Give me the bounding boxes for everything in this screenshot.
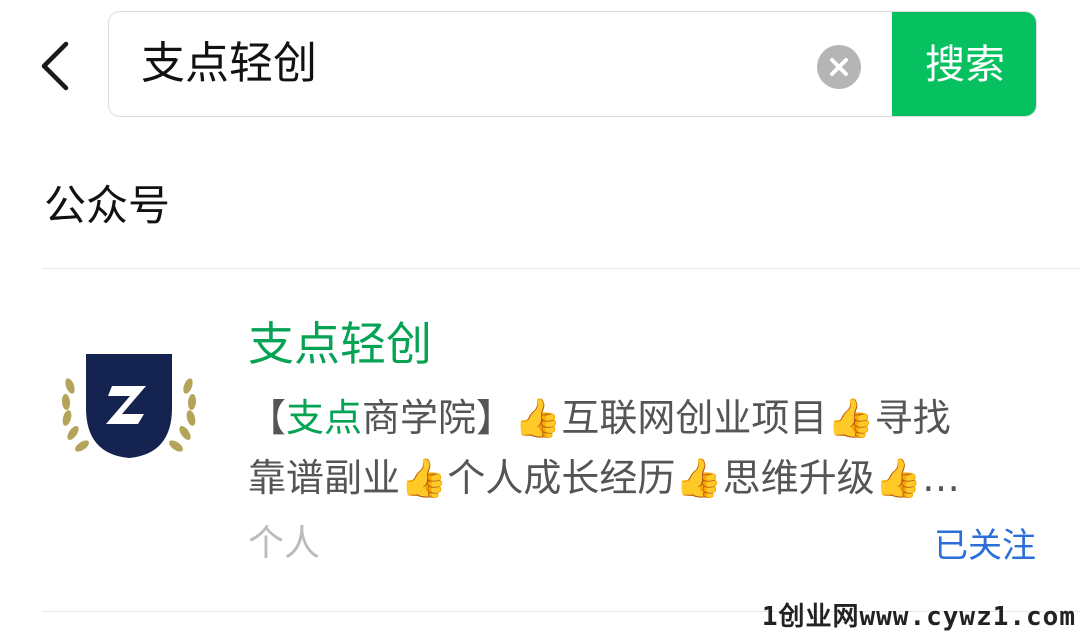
account-description: 【支点商学院】👍互联网创业项目👍寻找 靠谱副业👍个人成长经历👍思维升级👍… [248,388,1018,508]
clear-icon[interactable] [817,45,861,89]
section-title: 公众号 [44,181,171,230]
search-bar: 搜索 [108,11,1037,117]
back-icon[interactable] [36,40,76,92]
search-button[interactable]: 搜索 [892,12,1036,116]
account-type-label: 个人 [248,523,321,564]
watermark: 1创业网www.cywz1.com [761,602,1076,632]
description-bracket: 【 [248,396,287,440]
description-line-1: 【支点商学院】👍互联网创业项目👍寻找 [248,388,1018,448]
search-input[interactable] [141,12,801,116]
account-result-card[interactable]: 支点轻创 【支点商学院】👍互联网创业项目👍寻找 靠谱副业👍个人成长经历👍思维升级… [0,270,1080,610]
description-rest: 商学院】👍互联网创业项目👍寻找 [362,396,951,440]
account-avatar [56,350,202,460]
follow-status[interactable]: 已关注 [934,520,1036,572]
description-line-2: 靠谱副业👍个人成长经历👍思维升级👍… [248,456,960,500]
divider [42,268,1080,269]
account-name[interactable]: 支点轻创 [248,314,432,374]
description-highlight: 支点 [286,396,363,440]
